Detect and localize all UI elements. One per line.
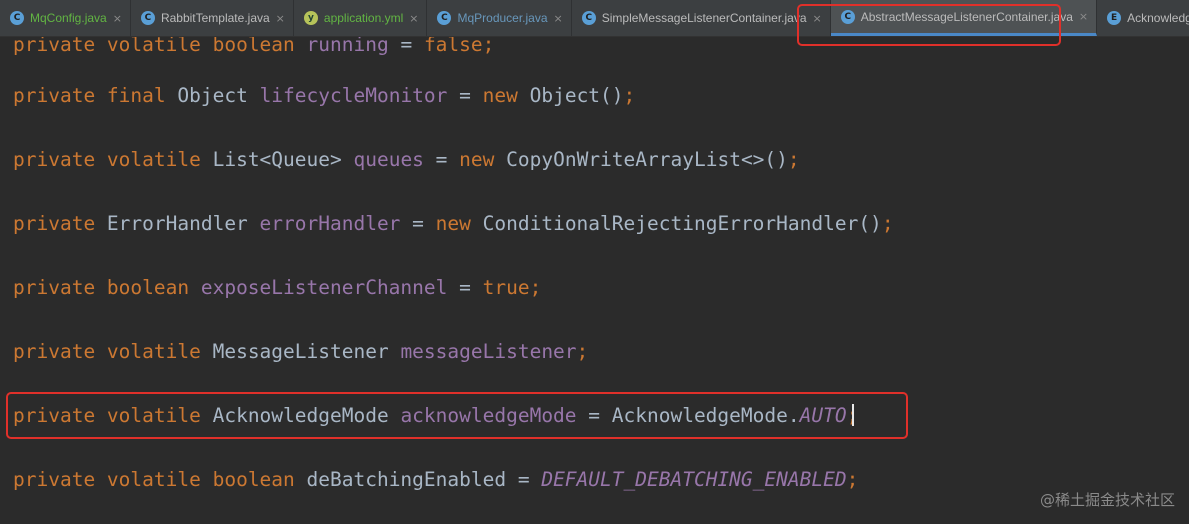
highlight-box-acknowledge-line [6,392,908,439]
tab-label: MqConfig.java [30,11,107,25]
code-token: true; [482,276,542,299]
code-token: messageListener [400,340,577,363]
tab-label: RabbitTemplate.java [160,11,270,25]
code-token: new [435,212,483,235]
tab-rabbittemplate[interactable]: C RabbitTemplate.java × [131,0,294,36]
code-token: = [400,212,436,235]
close-icon[interactable]: × [276,12,285,25]
text-cursor [852,404,854,426]
code-token: lifecycleMonitor [259,84,448,107]
class-file-icon: C [437,11,452,25]
code-token: MessageListener [212,340,401,363]
code-token: new [459,148,507,171]
code-token: private [13,148,107,171]
watermark: @稀土掘金技术社区 [1039,491,1175,509]
code-token: private [13,37,107,56]
code-line[interactable]: private volatile boolean deBatchingEnabl… [13,465,858,495]
code-token: boolean [106,276,201,299]
class-file-icon: C [140,11,155,25]
tab-acknowledgemode[interactable]: E AcknowledgeMode.java [1097,0,1189,36]
code-line[interactable]: private volatile MessageListener message… [13,337,588,367]
enum-file-icon: E [1107,11,1122,25]
code-line[interactable]: private boolean exposeListenerChannel = … [13,273,541,303]
code-token: volatile [106,340,213,363]
class-file-icon: C [10,11,24,25]
code-token: ErrorHandler [106,212,260,235]
code-token: private [13,276,107,299]
tab-application-yml[interactable]: y application.yml × [294,0,428,36]
code-token: deBatchingEnabled = [306,468,542,491]
tab-mqconfig[interactable]: C MqConfig.java × [0,0,131,36]
tab-label: application.yml [323,11,404,25]
code-token: = [447,84,483,107]
code-token: false; [423,37,495,56]
code-token: = [388,37,424,56]
code-line[interactable]: private final Object lifecycleMonitor = … [13,81,635,111]
code-token: new [482,84,530,107]
code-token: volatile [106,148,213,171]
code-line[interactable]: private volatile List<Queue> queues = ne… [13,145,800,175]
close-icon[interactable]: × [113,12,122,25]
tab-simplemessagelistenercontainer[interactable]: C SimpleMessageListenerContainer.java × [572,0,831,36]
code-token: boolean [212,468,307,491]
code-token: exposeListenerChannel [200,276,448,299]
code-token: private [13,212,107,235]
code-token: volatile [106,37,213,56]
tab-mqproducer[interactable]: C MqProducer.java × [427,0,572,36]
code-token: private [13,84,107,107]
code-token: final [106,84,178,107]
code-editor[interactable]: private volatile boolean running = false… [0,37,1189,524]
code-token: queues [353,148,424,171]
code-token: = [447,276,483,299]
close-icon[interactable]: × [1079,10,1088,23]
code-token: private [13,468,107,491]
code-token: running [306,37,389,56]
class-file-icon: C [581,11,596,25]
code-token: ; [846,468,859,491]
code-token: DEFAULT_DEBATCHING_ENABLED [541,468,847,491]
code-token: ; [576,340,589,363]
code-token: CopyOnWriteArrayList<>() [506,148,788,171]
yaml-file-icon: y [303,11,318,25]
code-token: volatile [106,468,213,491]
code-token: errorHandler [259,212,401,235]
code-line[interactable]: private volatile boolean running = false… [13,37,494,60]
code-token: Object [177,84,260,107]
tab-label: MqProducer.java [457,11,548,25]
code-token: List<Queue> [212,148,354,171]
code-token: Object() [529,84,624,107]
code-line[interactable]: private ErrorHandler errorHandler = new … [13,209,894,239]
code-token: ; [787,148,800,171]
code-token: = [423,148,460,171]
close-icon[interactable]: × [409,12,418,25]
code-token: ; [623,84,636,107]
close-icon[interactable]: × [554,12,563,25]
tab-label: SimpleMessageListenerContainer.java [601,11,807,25]
code-token: boolean [212,37,307,56]
tab-label: AcknowledgeMode.java [1127,11,1189,25]
code-token: private [13,340,107,363]
code-token: ConditionalRejectingErrorHandler() [482,212,882,235]
code-token: ; [881,212,894,235]
